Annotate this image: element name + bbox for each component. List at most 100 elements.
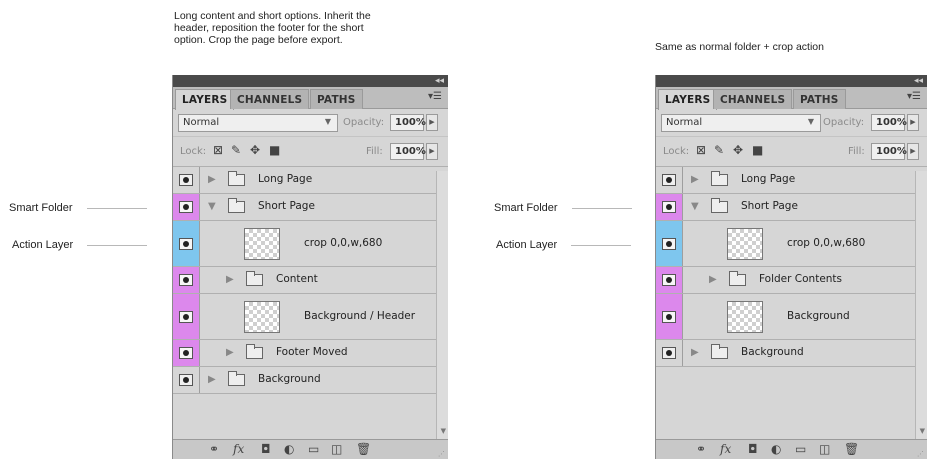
opacity-arrow-button[interactable]: ▶ [907,114,919,131]
fill-input[interactable]: 100% [871,143,907,160]
layer-group-row[interactable]: ▶ Content [173,267,448,294]
panel-menu-icon[interactable]: ▾☰ [428,91,442,102]
eye-icon [179,201,193,213]
layer-group-row[interactable]: ▶ Long Page [173,167,448,194]
resize-grip-icon[interactable]: ⋰ [438,450,445,458]
layer-group-row[interactable]: ▶ Background [173,367,448,394]
eye-icon [662,201,676,213]
new-group-icon[interactable]: ▭ [795,442,806,456]
tab-layers[interactable]: LAYERS [658,89,718,110]
blend-row: Normal ▼ Opacity: 100% ▶ [656,109,927,137]
trash-icon[interactable]: 🗑 [356,442,371,456]
layers-panel-right: ◂◂ LAYERS CHANNELS PATHS ▾☰ Normal ▼ Opa… [655,75,927,459]
layer-row[interactable]: crop 0,0,w,680 [173,221,448,267]
link-icon[interactable]: ⚭ [209,442,219,456]
panel-menu-icon[interactable]: ▾☰ [907,91,921,102]
tab-paths[interactable]: PATHS [793,89,846,109]
visibility-toggle[interactable] [173,267,200,293]
lock-move-icon[interactable]: ✥ [733,143,743,157]
visibility-toggle[interactable] [173,340,200,366]
scroll-down-icon[interactable]: ▼ [441,427,446,435]
layer-group-row[interactable]: ▶ Footer Moved [173,340,448,367]
fill-arrow-button[interactable]: ▶ [426,143,438,160]
visibility-toggle[interactable] [173,367,200,393]
new-layer-icon[interactable]: ◫ [819,442,830,456]
layer-row[interactable]: Background / Header [173,294,448,340]
visibility-toggle[interactable] [656,294,683,339]
visibility-toggle[interactable] [656,267,683,293]
visibility-toggle[interactable] [656,221,683,266]
visibility-toggle[interactable] [656,194,683,220]
disclosure-collapsed-icon[interactable]: ▶ [226,274,234,285]
layer-group-row[interactable]: ▼ Short Page [656,194,927,221]
callout-label: Smart Folder [9,202,73,214]
left-caption-line: Long content and short options. Inherit … [174,10,371,22]
disclosure-collapsed-icon[interactable]: ▶ [208,374,216,385]
fx-icon[interactable]: fx [233,442,244,456]
lock-brush-icon[interactable]: ✎ [714,143,724,157]
lock-label: Lock: [663,146,690,157]
blend-mode-select[interactable]: Normal ▼ [178,114,338,132]
layer-row[interactable]: crop 0,0,w,680 [656,221,927,267]
disclosure-expanded-icon[interactable]: ▼ [208,201,216,212]
trash-icon[interactable]: 🗑 [844,442,859,456]
lock-transparency-icon[interactable]: ⊠ [696,143,706,157]
scroll-down-icon[interactable]: ▼ [920,427,925,435]
layer-group-row[interactable]: ▶ Long Page [656,167,927,194]
new-layer-icon[interactable]: ◫ [331,442,342,456]
resize-grip-icon[interactable]: ⋰ [917,450,924,458]
double-chevron-left-icon[interactable]: ◂◂ [914,75,923,87]
lock-transparency-icon[interactable]: ⊠ [213,143,223,157]
disclosure-collapsed-icon[interactable]: ▶ [691,347,699,358]
tab-layers[interactable]: LAYERS [175,89,235,110]
mask-icon[interactable]: ◘ [748,442,758,456]
disclosure-collapsed-icon[interactable]: ▶ [709,274,717,285]
disclosure-collapsed-icon[interactable]: ▶ [208,174,216,185]
disclosure-collapsed-icon[interactable]: ▶ [226,347,234,358]
fill-arrow-button[interactable]: ▶ [907,143,919,160]
link-icon[interactable]: ⚭ [696,442,706,456]
opacity-arrow-button[interactable]: ▶ [426,114,438,131]
mask-icon[interactable]: ◘ [261,442,271,456]
fx-icon[interactable]: fx [720,442,731,456]
lock-label: Lock: [180,146,207,157]
eye-icon [662,237,676,250]
lock-brush-icon[interactable]: ✎ [231,143,241,157]
scrollbar[interactable]: ▼ [915,171,927,439]
opacity-input[interactable]: 100% [871,114,907,131]
visibility-toggle[interactable] [173,194,200,220]
lock-all-icon[interactable]: ■ [752,143,763,157]
visibility-toggle[interactable] [173,221,200,266]
callout-action-layer-left: Action Layer [12,239,148,251]
folder-icon [246,344,263,359]
layer-name: crop 0,0,w,680 [304,236,383,249]
tab-channels[interactable]: CHANNELS [230,89,310,109]
visibility-toggle[interactable] [173,294,200,339]
new-group-icon[interactable]: ▭ [308,442,319,456]
layer-group-row[interactable]: ▶ Folder Contents [656,267,927,294]
layers-panel-left: ◂◂ LAYERS CHANNELS PATHS ▾☰ Normal ▼ Opa… [172,75,448,459]
disclosure-collapsed-icon[interactable]: ▶ [691,174,699,185]
lock-move-icon[interactable]: ✥ [250,143,260,157]
callout-label: Smart Folder [494,202,558,214]
double-chevron-left-icon[interactable]: ◂◂ [435,75,444,87]
lock-all-icon[interactable]: ■ [269,143,280,157]
layer-name: Short Page [258,200,315,212]
layer-group-row[interactable]: ▶ Background [656,340,927,367]
fill-input[interactable]: 100% [390,143,426,160]
tab-paths[interactable]: PATHS [310,89,363,109]
blend-mode-select[interactable]: Normal ▼ [661,114,821,132]
tab-channels[interactable]: CHANNELS [713,89,793,109]
disclosure-expanded-icon[interactable]: ▼ [691,201,699,212]
layer-row[interactable]: Background [656,294,927,340]
layer-group-row[interactable]: ▼ Short Page [173,194,448,221]
layer-thumbnail [727,227,763,260]
visibility-toggle[interactable] [173,167,200,193]
scrollbar[interactable]: ▼ [436,171,448,439]
layer-name: Background [258,373,321,385]
opacity-input[interactable]: 100% [390,114,426,131]
adjustment-icon[interactable]: ◐ [284,442,294,456]
adjustment-icon[interactable]: ◐ [771,442,781,456]
visibility-toggle[interactable] [656,167,683,193]
visibility-toggle[interactable] [656,340,683,366]
